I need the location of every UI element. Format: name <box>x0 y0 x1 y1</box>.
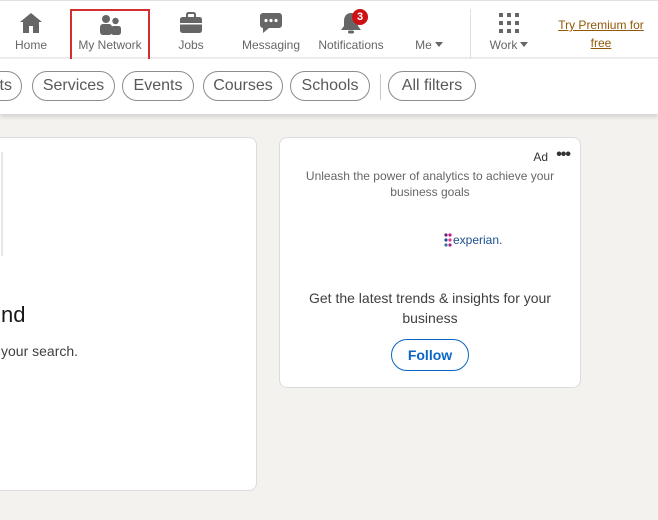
nav-home-label: Home <box>14 38 47 52</box>
more-options-icon[interactable]: ••• <box>556 146 571 164</box>
follow-button[interactable]: Follow <box>391 339 469 371</box>
nav-me[interactable]: Me <box>404 1 454 59</box>
nav-divider <box>470 9 471 59</box>
briefcase-icon <box>179 12 203 37</box>
try-premium-line2: free <box>590 36 612 50</box>
no-results-card: nd your search. <box>0 137 257 491</box>
try-premium-link[interactable]: Try Premium for free <box>550 16 652 52</box>
nav-notifications-label: Notifications <box>318 38 384 52</box>
experian-logo[interactable]: experian. <box>444 230 504 250</box>
nav-messaging[interactable]: Messaging <box>238 1 304 59</box>
filter-schools[interactable]: Schools <box>290 71 370 101</box>
no-results-title: nd <box>1 302 26 327</box>
ad-label: Ad <box>533 150 548 164</box>
ad-body: Get the latest trends & insights for you… <box>308 290 551 326</box>
nav-messaging-label: Messaging <box>241 38 301 52</box>
chevron-down-icon <box>434 42 443 47</box>
nav-work[interactable]: Work <box>484 1 534 59</box>
nav-my-network-label: My Network <box>78 38 142 52</box>
filter-events[interactable]: Events <box>122 71 194 101</box>
top-navigation: Home My Network Jobs Messaging Notificat… <box>0 0 658 61</box>
nav-jobs-label: Jobs <box>178 38 204 52</box>
nav-work-label: Work <box>489 38 518 52</box>
search-filter-bar: ts Services Events Courses Schools All f… <box>0 59 658 114</box>
no-results-subtitle: your search. <box>1 343 79 359</box>
filter-divider <box>380 74 381 100</box>
chat-icon <box>259 12 283 37</box>
experian-logo-text: experian. <box>453 233 503 247</box>
filter-courses[interactable]: Courses <box>203 71 283 101</box>
try-premium-line1: Try Premium for <box>558 18 644 32</box>
nav-notifications[interactable]: Notifications <box>314 1 388 59</box>
logo-dots-icon <box>444 233 452 247</box>
people-icon <box>98 14 122 39</box>
avatar <box>417 12 441 37</box>
nav-jobs[interactable]: Jobs <box>166 1 216 59</box>
ad-card: Ad ••• Unleash the power of analytics to… <box>279 137 581 388</box>
nav-me-label: Me <box>415 38 432 52</box>
chevron-down-icon <box>520 42 529 47</box>
home-icon <box>19 12 43 37</box>
filter-services[interactable]: Services <box>32 71 115 101</box>
all-filters-button[interactable]: All filters <box>388 71 476 101</box>
ad-tagline: Unleash the power of analytics to achiev… <box>305 169 555 199</box>
nav-home[interactable]: Home <box>8 1 54 59</box>
notification-badge: 3 <box>352 9 368 25</box>
grid-icon <box>498 12 520 37</box>
nav-my-network[interactable]: My Network <box>70 9 150 61</box>
filter-pill-partial[interactable]: ts <box>0 71 22 101</box>
illustration-edge <box>1 152 3 256</box>
